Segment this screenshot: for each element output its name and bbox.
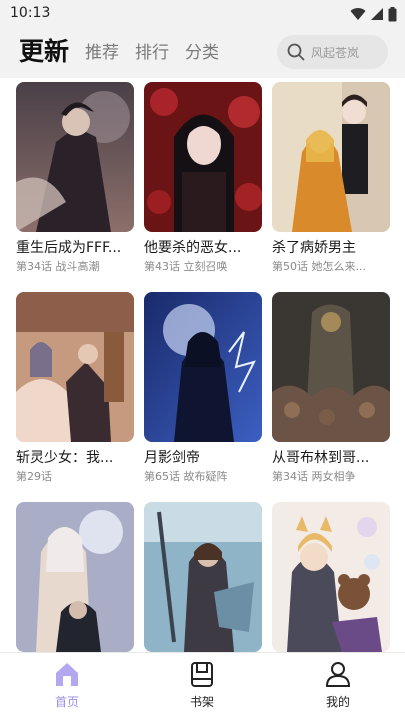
comic-cover[interactable] xyxy=(16,502,134,652)
comic-grid: 重生后成为FFF... 第34话 战斗高潮 他要杀的恶女... 第43话 立刻召… xyxy=(0,78,405,652)
comic-card[interactable]: 重生后成为FFF... 第34话 战斗高潮 xyxy=(16,82,134,274)
tab-category[interactable]: 分类 xyxy=(185,42,219,64)
comic-cover[interactable] xyxy=(272,292,390,442)
comic-card[interactable] xyxy=(16,502,134,652)
comic-card[interactable] xyxy=(272,502,390,652)
bookshelf-icon xyxy=(191,662,213,687)
nav-profile-label: 我的 xyxy=(325,695,350,709)
nav-home[interactable]: 首页 xyxy=(27,659,107,710)
comic-subtitle: 第34话 战斗高潮 xyxy=(16,260,100,273)
comic-cover[interactable] xyxy=(272,502,390,652)
nav-home-label: 首页 xyxy=(54,695,79,709)
comic-subtitle: 第34话 两女相争 xyxy=(272,470,356,483)
search-box[interactable]: 风起苍岚 xyxy=(277,35,388,69)
status-icons xyxy=(350,6,397,22)
bottom-nav: 首页 书架 我的 xyxy=(0,652,405,720)
comic-title: 重生后成为FFF... xyxy=(16,240,122,256)
search-icon xyxy=(287,43,305,61)
comic-cover[interactable] xyxy=(144,82,262,232)
comic-title: 月影剑帝 xyxy=(144,450,200,466)
battery-icon xyxy=(388,6,397,21)
comic-card[interactable]: 他要杀的恶女... 第43话 立刻召唤 xyxy=(144,82,262,274)
comic-card[interactable] xyxy=(144,502,262,652)
comic-title: 他要杀的恶女... xyxy=(144,240,242,256)
search-input[interactable]: 风起苍岚 xyxy=(311,44,359,61)
comic-subtitle: 第43话 立刻召唤 xyxy=(144,260,228,273)
comic-card[interactable]: 从哥布林到哥... 第34话 两女相争 xyxy=(272,292,390,484)
comic-cover[interactable] xyxy=(144,502,262,652)
comic-title: 杀了病娇男主 xyxy=(272,240,356,256)
home-icon xyxy=(56,663,78,686)
top-bar: 更新 推荐 排行 分类 风起苍岚 xyxy=(0,28,405,78)
nav-bookshelf-label: 书架 xyxy=(189,695,214,709)
comic-title: 从哥布林到哥... xyxy=(272,450,370,466)
status-bar: 10:13 xyxy=(0,0,405,28)
comic-cover[interactable] xyxy=(16,82,134,232)
signal-icon xyxy=(371,8,383,20)
status-time: 10:13 xyxy=(10,5,51,21)
nav-profile[interactable]: 我的 xyxy=(298,659,378,710)
nav-bookshelf[interactable]: 书架 xyxy=(162,659,242,710)
tab-recommend[interactable]: 推荐 xyxy=(85,42,119,64)
comic-card[interactable]: 斩灵少女：我... 第29话 xyxy=(16,292,134,484)
user-icon xyxy=(325,662,351,687)
tab-updates[interactable]: 更新 xyxy=(19,36,69,68)
comic-cover[interactable] xyxy=(16,292,134,442)
comic-cover[interactable] xyxy=(144,292,262,442)
comic-title: 斩灵少女：我... xyxy=(16,450,114,466)
comic-card[interactable]: 杀了病娇男主 第50话 她怎么来... xyxy=(272,82,390,274)
comic-subtitle: 第29话 xyxy=(16,470,52,483)
comic-subtitle: 第65话 故布疑阵 xyxy=(144,470,228,483)
comic-cover[interactable] xyxy=(272,82,390,232)
wifi-icon xyxy=(350,8,366,20)
comic-subtitle: 第50话 她怎么来... xyxy=(272,260,366,273)
tab-ranking[interactable]: 排行 xyxy=(135,42,169,64)
comic-card[interactable]: 月影剑帝 第65话 故布疑阵 xyxy=(144,292,262,484)
